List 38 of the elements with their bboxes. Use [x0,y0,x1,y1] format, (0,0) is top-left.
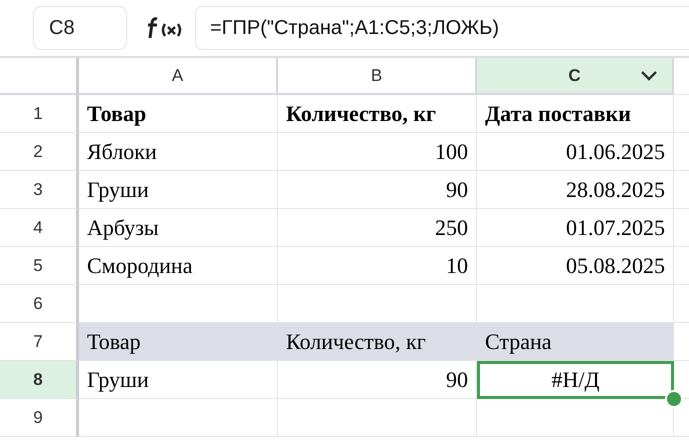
table-cell[interactable]: Товар [79,323,278,361]
name-box[interactable]: C8 [33,6,127,50]
row-header[interactable]: 9 [0,399,79,437]
table-cell[interactable]: Количество, кг [278,95,477,133]
table-cell[interactable]: 90 [278,361,477,399]
table-cell[interactable]: 01.07.2025 [477,209,674,247]
table-cell[interactable]: 01.06.2025 [477,133,674,171]
table-cell[interactable]: Товар [79,95,278,133]
table-cell[interactable]: #Н/Д [477,361,674,399]
table-cell[interactable]: 100 [278,133,477,171]
chevron-icon[interactable] [640,70,658,82]
table-cell[interactable]: 90 [278,171,477,209]
table-cell[interactable]: Груши [79,171,278,209]
table-cell[interactable]: Количество, кг [278,323,477,361]
table-cell[interactable]: Арбузы [79,209,278,247]
formula-field[interactable]: =ГПР("Страна";A1:C5;3;ЛОЖЬ) [195,6,689,50]
table-cell[interactable]: 28.08.2025 [477,171,674,209]
table-cell[interactable]: Смородина [79,247,278,285]
table-cell[interactable]: Яблоки [79,133,278,171]
table-cell[interactable]: 250 [278,209,477,247]
row-header[interactable]: 4 [0,209,79,247]
table-cell[interactable] [278,399,477,437]
row-header[interactable]: 2 [0,133,79,171]
table-cell[interactable]: Дата поставки [477,95,674,133]
table-cell[interactable]: Страна [477,323,674,361]
table-cell[interactable]: 10 [278,247,477,285]
row-header[interactable]: 3 [0,171,79,209]
table-cell[interactable]: 05.08.2025 [477,247,674,285]
fill-handle[interactable] [665,390,683,408]
column-header[interactable]: C [477,58,674,95]
table-cell[interactable] [79,399,278,437]
table-cell[interactable]: Груши [79,361,278,399]
row-header[interactable]: 6 [0,285,79,323]
column-header[interactable]: A [79,58,278,95]
row-header[interactable]: 8 [0,361,79,399]
row-header[interactable]: 1 [0,95,79,133]
select-all-corner[interactable] [0,58,79,95]
row-header[interactable]: 5 [0,247,79,285]
